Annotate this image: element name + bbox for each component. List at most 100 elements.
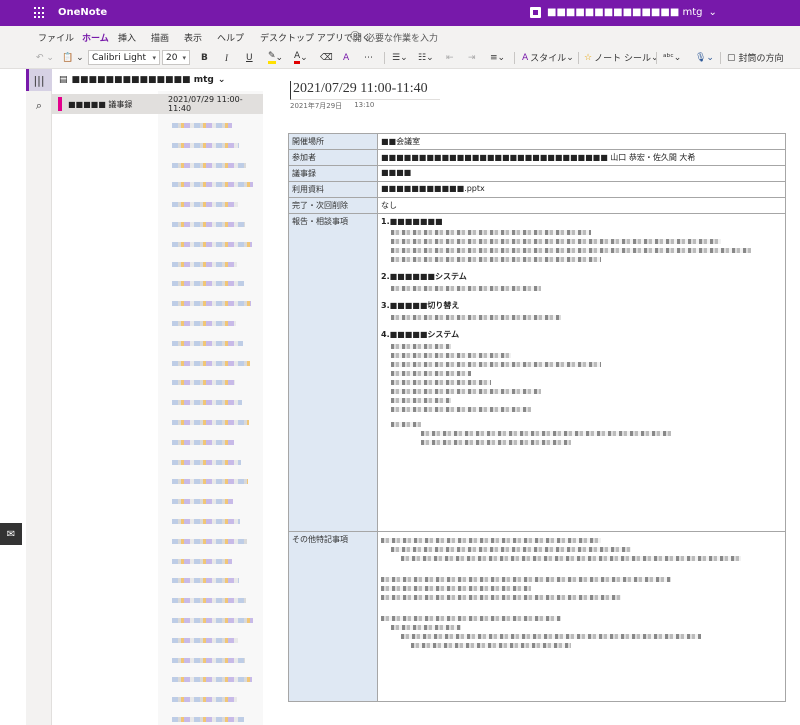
page-item-redacted[interactable] [172, 321, 236, 326]
page-item-redacted[interactable] [172, 202, 238, 208]
page-item-redacted[interactable] [172, 142, 239, 148]
page-item-redacted[interactable] [172, 182, 253, 188]
page-item-redacted[interactable] [172, 558, 232, 564]
table-row: 完了・次回削除 なし [288, 197, 786, 214]
page-item-redacted[interactable] [172, 261, 237, 267]
redacted-line [401, 634, 701, 639]
align-icon[interactable]: ≡⌄ [490, 50, 505, 65]
highlight-icon[interactable]: ✎ ⌄ [268, 50, 283, 65]
page-item-redacted[interactable] [172, 301, 251, 307]
page-item-redacted[interactable] [172, 578, 239, 584]
styles-button[interactable]: A スタイル ⌄ [522, 50, 574, 65]
redacted-line [391, 257, 601, 262]
lightbulb-icon: ◯ [350, 31, 361, 41]
notebook-name: ■■■■■■■■■■■■■■ mtg [71, 75, 214, 85]
row-value[interactable]: ■■会議室 [377, 133, 786, 150]
page-item-redacted[interactable] [172, 123, 232, 128]
page-item-redacted[interactable] [172, 479, 248, 485]
app-launcher-icon[interactable] [34, 7, 46, 19]
report-heading: 2.■■■■■■システム [381, 272, 467, 281]
row-key: 報告・相談事項 [288, 213, 378, 532]
font-color-icon[interactable]: A ⌄ [294, 50, 308, 65]
page-item-redacted[interactable] [172, 380, 235, 386]
page-item-active[interactable]: 2021/07/29 11:00-11:40 [158, 94, 263, 114]
app-name[interactable]: OneNote [58, 7, 107, 18]
page-item-redacted[interactable] [172, 598, 246, 604]
report-heading: 1.■■■■■■■ [381, 217, 443, 226]
page-item-redacted[interactable] [172, 439, 234, 445]
indent-icon[interactable]: ⇥ [468, 50, 476, 65]
numbering-icon[interactable]: ☷⌄ [418, 50, 434, 65]
row-value[interactable]: ■■■■ [377, 165, 786, 182]
page-item-redacted[interactable] [172, 637, 238, 643]
search-icon[interactable]: ⌕ [26, 95, 52, 117]
undo-icon[interactable]: ↶ ⌄ [36, 50, 54, 65]
tab-help[interactable]: ヘルプ [217, 31, 244, 44]
redacted-line [391, 389, 541, 394]
page-item-redacted[interactable] [172, 657, 245, 663]
page-item-redacted[interactable] [172, 222, 245, 227]
bold-button[interactable]: B [201, 50, 208, 65]
page-item-redacted[interactable] [172, 677, 252, 683]
tab-file[interactable]: ファイル [38, 31, 74, 44]
page-title[interactable]: 2021/07/29 11:00-11:40 [290, 81, 440, 100]
page-item-title: 2021/07/29 11:00-11:40 [168, 95, 243, 113]
tab-insert[interactable]: 挿入 [118, 31, 136, 44]
report-content[interactable]: 1.■■■■■■■ 2.■■■■■■システム 3.■■■■■切り替え 4.■■■… [377, 213, 786, 532]
notebooks-icon[interactable]: ||| [26, 69, 52, 91]
page-canvas[interactable]: 2021/07/29 11:00-11:40 2021年7月29日 13:10 … [263, 69, 800, 725]
redacted-line [391, 286, 541, 291]
meeting-table[interactable]: 開催場所 ■■会議室 参加者 ■■■■■■■■■■■■■■■■■■■■■■■■■… [288, 133, 786, 702]
notebook-selector[interactable]: ▤ ■■■■■■■■■■■■■■ mtg ⌄ [52, 69, 263, 91]
page-item-redacted[interactable] [172, 281, 244, 287]
page-time: 13:10 [354, 101, 375, 109]
feedback-icon[interactable]: ✉ [0, 523, 22, 545]
tab-draw[interactable]: 描画 [151, 31, 169, 44]
redacted-line [381, 616, 561, 621]
more-icon[interactable]: ⋯ [364, 50, 373, 65]
page-item-redacted[interactable] [172, 519, 240, 524]
page-item-redacted[interactable] [172, 420, 249, 425]
page-item-redacted[interactable] [172, 360, 250, 366]
tags-button[interactable]: ☆ ノート シール ⌄ [584, 50, 659, 65]
outdent-icon[interactable]: ⇤ [446, 50, 454, 65]
row-value[interactable]: なし [377, 197, 786, 214]
page-item-redacted[interactable] [172, 717, 244, 722]
nav-rail: ||| ⌕ [26, 69, 52, 725]
page-item-redacted[interactable] [172, 538, 247, 544]
page-item-redacted[interactable] [172, 162, 246, 168]
page-item-redacted[interactable] [172, 340, 243, 346]
underline-button[interactable]: U [246, 50, 253, 65]
row-value[interactable]: ■■■■■■■■■■■■■■■■■■■■■■■■■■■■■■ 山口 恭宏・佐久間… [377, 149, 786, 166]
redacted-line [391, 371, 471, 376]
tell-me-search[interactable]: 必要な作業を入力 [366, 31, 438, 44]
other-content[interactable] [377, 531, 786, 702]
page-item-redacted[interactable] [172, 459, 241, 465]
row-key: その他特記事項 [288, 531, 378, 702]
page-date: 2021年7月29日 [290, 102, 343, 110]
italic-button[interactable]: I [225, 50, 228, 65]
spelling-icon[interactable]: ᵃᵇᶜ⌄ [663, 50, 681, 65]
tab-home[interactable]: ホーム [82, 31, 109, 49]
styles-label: スタイル [530, 54, 567, 64]
font-name-select[interactable]: Calibri Light ▾ [88, 50, 160, 65]
row-value[interactable]: ■■■■■■■■■■■.pptx [377, 181, 786, 198]
page-item-redacted[interactable] [172, 241, 252, 247]
tab-view[interactable]: 表示 [184, 31, 202, 44]
document-title[interactable]: ■■■■■■■■■■■■■■ mtg ⌄ [530, 7, 717, 18]
clear-format-icon[interactable]: ⌫ [320, 50, 333, 65]
clipboard-icon[interactable]: 📋 ⌄ [62, 50, 84, 65]
section-item[interactable]: ■■■■■ 議事録 [52, 94, 158, 114]
font-size-select[interactable]: 20 ▾ [162, 50, 190, 65]
table-row: 議事録 ■■■■ [288, 165, 786, 182]
format-painter-icon[interactable]: A [343, 50, 349, 65]
page-item-redacted[interactable] [172, 618, 253, 623]
page-item-redacted[interactable] [172, 499, 233, 505]
chevron-down-icon: ⌄ [708, 7, 717, 18]
dictate-icon[interactable]: 🎙⌄ [695, 50, 714, 65]
bullets-icon[interactable]: ☰⌄ [392, 50, 408, 65]
page-item-redacted[interactable] [172, 400, 242, 406]
envelope-button[interactable]: ▢ 封筒の方向 [727, 50, 784, 65]
ribbon-toolbar: ↶ ⌄ 📋 ⌄ Calibri Light ▾ 20 ▾ B I U ✎ ⌄ A ⌄… [0, 46, 800, 69]
page-item-redacted[interactable] [172, 697, 237, 703]
